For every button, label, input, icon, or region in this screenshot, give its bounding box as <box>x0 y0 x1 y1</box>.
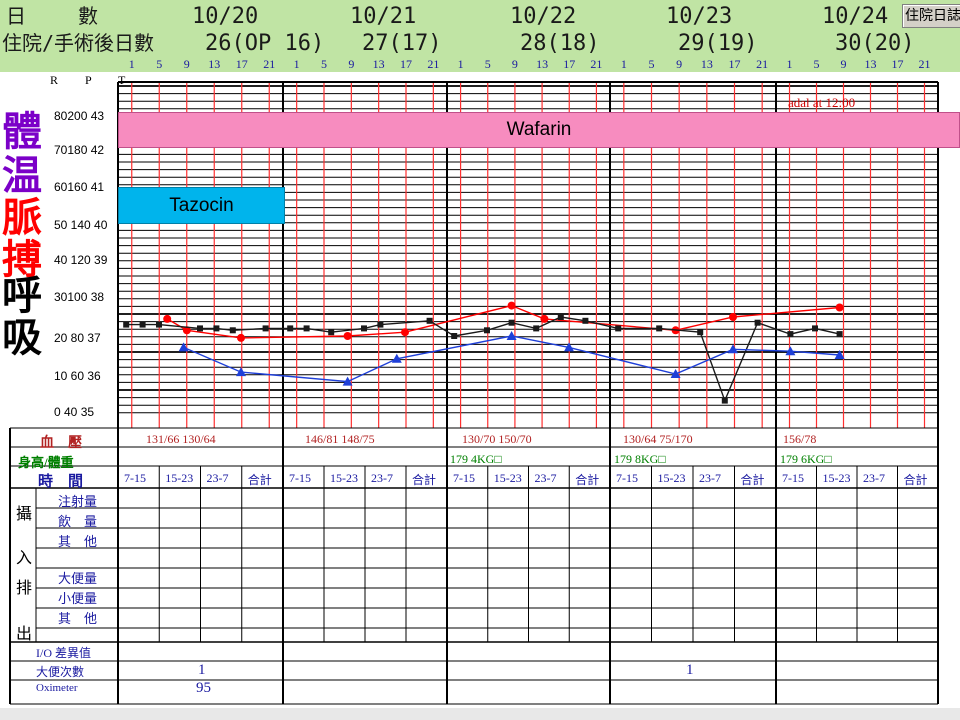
shift-label: 23-7 <box>534 471 557 485</box>
output-label: 排 <box>16 580 33 597</box>
shift-label: 15-23 <box>657 471 686 485</box>
shift-label: 15-23 <box>330 471 358 485</box>
stool-count-value: 1 <box>198 662 206 678</box>
shift-label: 合計 <box>740 473 765 487</box>
shift-label: 23-7 <box>699 471 721 485</box>
bottom-strip <box>0 708 960 720</box>
shift-label: 7-15 <box>782 471 804 485</box>
intake-label: 入 <box>16 550 33 567</box>
shift-label: 7-15 <box>616 471 638 485</box>
output-urine-label: 小便量 <box>58 591 98 606</box>
shift-label: 15-23 <box>822 471 851 485</box>
io-diff-label: I/O 差異值 <box>36 646 91 660</box>
shift-label: 7-15 <box>453 471 475 485</box>
shift-label: 合計 <box>247 473 272 487</box>
oximeter-value: 95 <box>196 680 211 696</box>
shift-label: 合計 <box>903 473 928 487</box>
output-stool-label: 大便量 <box>58 571 98 586</box>
intake-injection-label: 注射量 <box>58 494 98 509</box>
shift-label: 15-23 <box>493 471 522 485</box>
bp-value: 146/81 148/75 <box>305 432 375 446</box>
shift-label: 7-15 <box>289 471 311 485</box>
shift-label: 23-7 <box>206 471 229 485</box>
oximeter-label: Oximeter <box>36 682 78 694</box>
bp-value: 130/70 150/70 <box>462 432 532 446</box>
shift-label: 7-15 <box>124 471 146 485</box>
bp-value: 130/64 75/170 <box>623 432 693 446</box>
shift-label: 23-7 <box>863 471 885 485</box>
bp-value: 131/66 130/64 <box>146 432 216 446</box>
height-weight-value: 179 4KG□ <box>450 452 502 466</box>
bp-label: 血 壓 <box>40 436 82 451</box>
output-label: 出 <box>16 626 33 643</box>
stool-count-value: 1 <box>686 662 694 678</box>
height-weight-label: 身高/體重 <box>18 455 74 470</box>
shift-label: 23-7 <box>371 471 393 485</box>
time-label: 時 間 <box>38 474 84 490</box>
height-weight-value: 179 6KG□ <box>780 452 832 466</box>
output-other-label: 其 他 <box>58 611 98 626</box>
stool-count-label: 大便次數 <box>36 665 85 679</box>
intake-label: 攝 <box>16 506 33 523</box>
bp-value: 156/78 <box>783 432 817 446</box>
shift-label: 合計 <box>412 473 437 487</box>
shift-label: 15-23 <box>165 471 194 485</box>
height-weight-value: 179 8KG□ <box>614 452 666 466</box>
shift-label: 合計 <box>575 473 600 487</box>
intake-other-label: 其 他 <box>58 534 98 549</box>
intake-drink-label: 飲 量 <box>58 514 98 529</box>
io-table-grid <box>9 427 939 705</box>
